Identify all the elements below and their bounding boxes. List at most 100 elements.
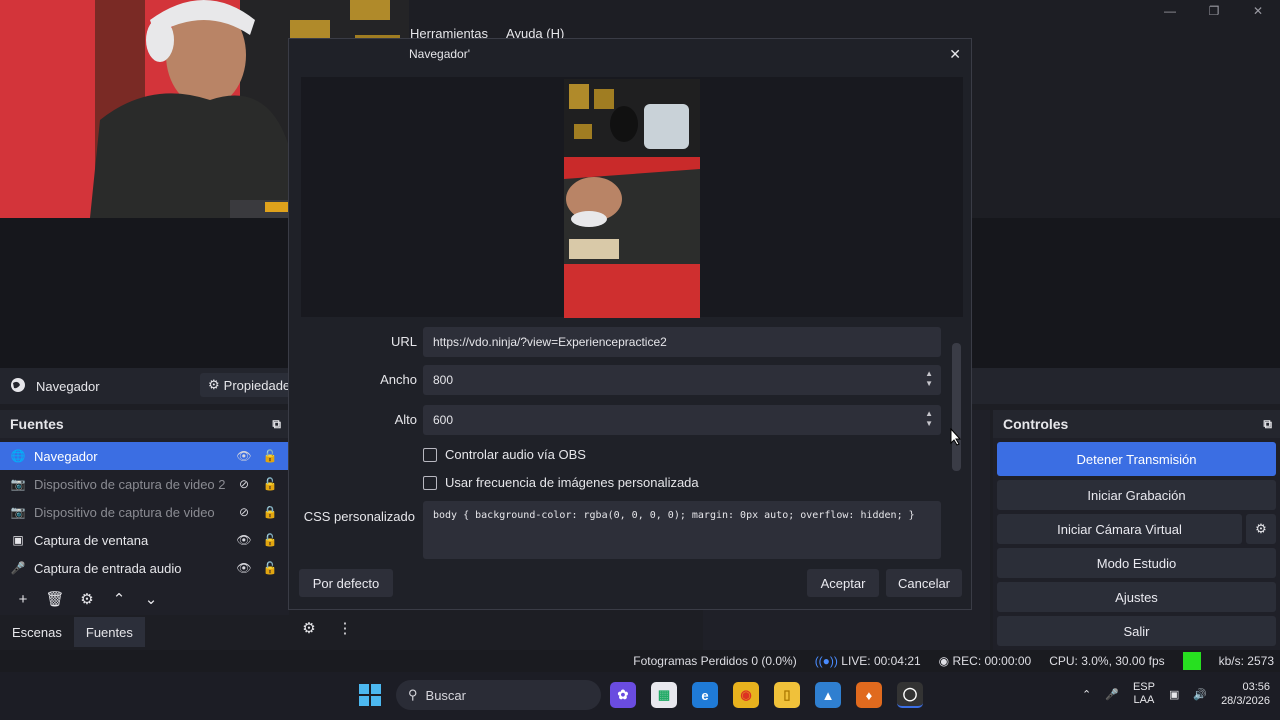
url-input[interactable]: https://vdo.ninja/?view=Experiencepracti… <box>423 327 941 357</box>
store-icon[interactable]: ▦ <box>651 682 677 708</box>
source-label: Navegador <box>34 448 98 464</box>
width-row: Ancho 800 ▲ ▼ <box>289 365 973 395</box>
studio-mode-button[interactable]: Modo Estudio <box>997 548 1276 578</box>
cancel-button[interactable]: Cancelar <box>886 569 962 597</box>
clock-date: 28/3/2026 <box>1221 695 1270 707</box>
height-label: Alto <box>394 412 417 427</box>
checkbox-box[interactable] <box>423 475 437 490</box>
rec-icon: ◉ <box>938 654 950 668</box>
spin-arrows-icon[interactable]: ▲ ▼ <box>925 369 933 389</box>
source-item-navegador[interactable]: 🌐 Navegador 👁 🔓 <box>0 442 289 470</box>
eye-hidden-icon[interactable]: ⊘ <box>235 505 253 519</box>
gear-icon[interactable]: ⚙ <box>74 588 100 610</box>
gear-icon: ⚙ <box>208 377 220 392</box>
stop-stream-button[interactable]: Detener Transmisión <box>997 442 1276 476</box>
url-row: URL https://vdo.ninja/?view=Experiencepr… <box>289 327 973 357</box>
cpu-usage: CPU: 3.0%, 30.00 fps <box>1049 654 1165 668</box>
settings-button[interactable]: Ajustes <box>997 582 1276 612</box>
unlock-icon[interactable]: 🔓 <box>261 561 279 575</box>
rec-label: REC: 00:00:00 <box>952 654 1032 668</box>
chevron-up-icon[interactable]: ⌃ <box>1082 688 1091 701</box>
network-icon[interactable]: ▣ <box>1169 688 1179 701</box>
height-spinbox[interactable]: 600 ▲ ▼ <box>423 405 941 435</box>
volume-icon[interactable]: 🔊 <box>1193 688 1207 701</box>
fl-studio-icon[interactable]: ♦ <box>856 682 882 708</box>
controls-panel: Controles ⧉ Detener Transmisión Iniciar … <box>993 410 1280 650</box>
eye-icon[interactable]: 👁 <box>235 533 253 547</box>
close-icon[interactable]: ✕ <box>949 46 961 63</box>
dialog-scrollbar[interactable] <box>952 343 961 471</box>
edge-icon[interactable]: e <box>692 682 718 708</box>
globe-icon <box>10 377 26 396</box>
photos-icon[interactable]: ▲ <box>815 682 841 708</box>
live-label: LIVE: 00:04:21 <box>841 654 921 668</box>
lang-line2: LAA <box>1133 694 1155 706</box>
undock-icon[interactable]: ⧉ <box>272 417 281 432</box>
width-value: 800 <box>433 373 454 387</box>
source-item-video-capture[interactable]: 📷 Dispositivo de captura de video ⊘ 🔒 <box>0 498 289 526</box>
live-time: ((●)) LIVE: 00:04:21 <box>815 654 921 668</box>
start-virtual-cam-button[interactable]: Iniciar Cámara Virtual <box>997 514 1242 544</box>
maximize-icon[interactable]: ❐ <box>1192 0 1236 22</box>
unlock-icon[interactable]: 🔓 <box>261 449 279 463</box>
minimize-icon[interactable]: — <box>1148 0 1192 22</box>
clock[interactable]: 03:56 28/3/2026 <box>1221 680 1270 708</box>
source-item-video-capture-2[interactable]: 📷 Dispositivo de captura de video 2 ⊘ 🔓 <box>0 470 289 498</box>
spin-arrows-icon[interactable]: ▲ ▼ <box>925 409 933 429</box>
dialog-titlebar: Navegador' ✕ <box>289 39 971 69</box>
search-placeholder: Buscar <box>425 687 466 703</box>
taskbar-search[interactable]: ⚲ Buscar <box>396 680 601 710</box>
height-row: Alto 600 ▲ ▼ <box>289 405 973 435</box>
rec-time: ◉ REC: 00:00:00 <box>939 654 1032 668</box>
more-options-icon[interactable]: ⋮ <box>332 617 358 639</box>
css-textarea[interactable]: body { background-color: rgba(0, 0, 0, 0… <box>423 501 941 559</box>
tab-escenas[interactable]: Escenas <box>0 617 74 647</box>
tab-fuentes[interactable]: Fuentes <box>73 617 145 647</box>
obs-icon[interactable]: ◯ <box>897 682 923 708</box>
unlock-icon[interactable]: 🔓 <box>261 533 279 547</box>
eye-hidden-icon[interactable]: ⊘ <box>235 477 253 491</box>
move-up-icon[interactable]: ⌃ <box>106 588 132 610</box>
window-controls: — ❐ ✕ <box>1148 0 1280 22</box>
undock-icon[interactable]: ⧉ <box>1263 417 1272 432</box>
stream-health-indicator <box>1182 652 1201 670</box>
trash-icon[interactable]: 🗑 <box>42 588 68 610</box>
move-down-icon[interactable]: ⌄ <box>138 588 164 610</box>
close-icon[interactable]: ✕ <box>1236 0 1280 22</box>
start-recording-button[interactable]: Iniciar Grabación <box>997 480 1276 510</box>
camera-icon: 📷 <box>10 505 26 519</box>
control-audio-checkbox[interactable]: Controlar audio vía OBS <box>423 447 586 462</box>
copilot-icon[interactable]: ✿ <box>610 682 636 708</box>
add-source-button[interactable]: + <box>10 588 36 610</box>
eye-icon[interactable]: 👁 <box>235 561 253 575</box>
accept-button[interactable]: Aceptar <box>807 569 879 597</box>
chrome-icon[interactable]: ◉ <box>733 682 759 708</box>
virtual-cam-settings-button[interactable]: ⚙ <box>1246 514 1276 544</box>
unlock-icon[interactable]: 🔓 <box>261 477 279 491</box>
checkbox-box[interactable] <box>423 447 437 462</box>
source-item-audio-input[interactable]: 🎤 Captura de entrada audio 👁 🔓 <box>0 554 289 582</box>
folder-icon[interactable]: ▯ <box>774 682 800 708</box>
custom-fps-checkbox[interactable]: Usar frecuencia de imágenes personalizad… <box>423 475 699 490</box>
gears-icon[interactable]: ⚙ <box>296 617 322 639</box>
live-icon: ((●)) <box>814 654 838 668</box>
defaults-button[interactable]: Por defecto <box>299 569 393 597</box>
windows-start-icon[interactable] <box>358 683 382 710</box>
lock-icon[interactable]: 🔒 <box>261 505 279 519</box>
source-label: Captura de entrada audio <box>34 560 182 576</box>
css-label: CSS personalizado <box>303 509 415 524</box>
source-item-window-capture[interactable]: ▣ Captura de ventana 👁 🔓 <box>0 526 289 554</box>
window-icon: ▣ <box>12 533 24 547</box>
language-indicator[interactable]: ESP LAA <box>1133 681 1155 707</box>
bitrate: kb/s: 2573 <box>1218 654 1274 668</box>
camera-icon: 📷 <box>10 477 26 491</box>
properties-label: Propiedades <box>223 377 297 393</box>
controls-panel-header: Controles ⧉ <box>993 410 1280 438</box>
globe-icon: 🌐 <box>10 449 26 463</box>
eye-icon[interactable]: 👁 <box>235 449 253 463</box>
mic-icon[interactable]: 🎤 <box>1105 688 1119 701</box>
control-audio-label: Controlar audio vía OBS <box>445 447 586 462</box>
height-value: 600 <box>433 413 454 427</box>
width-spinbox[interactable]: 800 ▲ ▼ <box>423 365 941 395</box>
exit-button[interactable]: Salir <box>997 616 1276 646</box>
